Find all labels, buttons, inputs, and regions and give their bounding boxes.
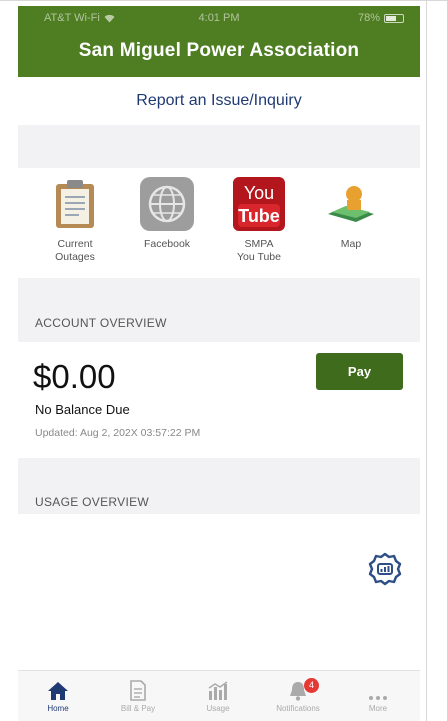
- youtube-logo-top: You: [244, 183, 274, 203]
- account-overview-heading: ACCOUNT OVERVIEW: [35, 316, 167, 330]
- account-overview-card: $0.00 No Balance Due Updated: Aug 2, 202…: [18, 342, 420, 458]
- tab-label: More: [368, 704, 388, 713]
- report-issue-link[interactable]: Report an Issue/Inquiry: [18, 77, 420, 125]
- youtube-logo-bottom: Tube: [238, 206, 280, 226]
- tab-label: Usage: [206, 704, 230, 713]
- balance-status: No Balance Due: [35, 402, 130, 417]
- bill-icon: [98, 671, 178, 701]
- status-battery: 78%: [358, 12, 404, 24]
- tab-label: Home: [47, 704, 69, 713]
- bell-icon: [258, 671, 338, 701]
- quick-link-current-outages[interactable]: Current Outages: [30, 168, 120, 264]
- map-icon: [321, 176, 381, 232]
- notification-badge: 4: [304, 678, 319, 693]
- page-title: San Miguel Power Association: [78, 40, 360, 61]
- quick-link-map[interactable]: Map: [306, 168, 396, 251]
- usage-settings-icon[interactable]: [368, 552, 402, 586]
- app-header: AT&T Wi-Fi 4:01 PM 78% San Miguel Power …: [18, 6, 420, 77]
- status-bar: AT&T Wi-Fi 4:01 PM 78%: [18, 12, 420, 28]
- usage-section-header: USAGE OVERVIEW: [18, 458, 420, 514]
- home-icon: [18, 671, 98, 701]
- balance-amount: $0.00: [33, 358, 116, 395]
- quick-links-row: Current Outages Facebook You Tube SMPA Y…: [18, 168, 420, 278]
- battery-percent: 78%: [357, 12, 380, 24]
- tab-more[interactable]: More: [338, 671, 418, 721]
- quick-link-label: Current Outages: [55, 238, 95, 263]
- tab-home[interactable]: Home: [18, 671, 98, 721]
- battery-icon: [384, 13, 404, 23]
- quick-link-label: Map: [340, 238, 362, 250]
- tab-label: Bill & Pay: [120, 704, 156, 713]
- quick-link-label: SMPA You Tube: [237, 238, 281, 263]
- globe-icon: [137, 176, 197, 232]
- pay-button[interactable]: Pay: [316, 353, 403, 390]
- more-icon: [338, 671, 418, 701]
- tab-bill-pay[interactable]: Bill & Pay: [98, 671, 178, 721]
- tab-usage[interactable]: Usage: [178, 671, 258, 721]
- quick-link-label: Facebook: [143, 238, 191, 250]
- account-section-header: ACCOUNT OVERVIEW: [18, 278, 420, 342]
- quick-link-facebook[interactable]: Facebook: [122, 168, 212, 251]
- tab-notifications[interactable]: 4 Notifications: [258, 671, 338, 721]
- youtube-icon: You Tube: [229, 176, 289, 232]
- spacer-band: [18, 125, 420, 168]
- usage-overview-panel: [18, 514, 420, 670]
- frame-border-top: [0, 0, 447, 1]
- usage-icon: [178, 671, 258, 701]
- bottom-tab-bar: Home Bill & Pay Usage 4 Notifications Mo…: [18, 670, 420, 721]
- app-screen: AT&T Wi-Fi 4:01 PM 78% San Miguel Power …: [18, 6, 420, 721]
- quick-link-youtube[interactable]: You Tube SMPA You Tube: [214, 168, 304, 264]
- frame-border-right: [426, 0, 427, 721]
- usage-overview-heading: USAGE OVERVIEW: [35, 495, 150, 509]
- updated-timestamp: Updated: Aug 2, 202X 03:57:22 PM: [35, 427, 201, 439]
- tab-label: Notifications: [276, 704, 320, 713]
- clipboard-icon: [45, 176, 105, 232]
